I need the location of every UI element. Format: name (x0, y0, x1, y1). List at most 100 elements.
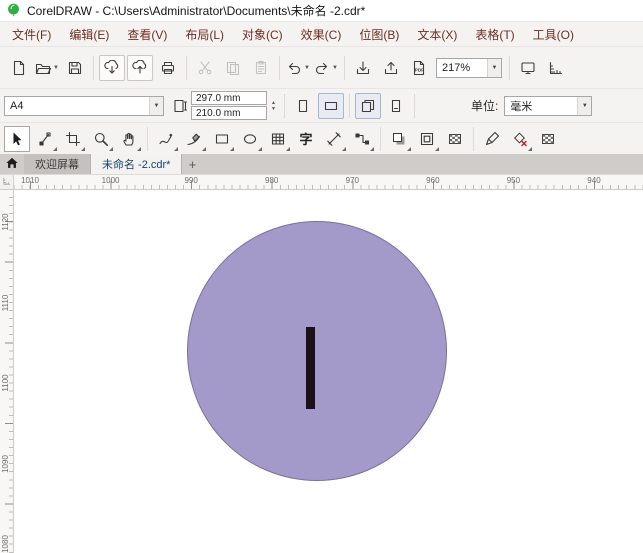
menu-edit[interactable]: 编辑(E) (60, 26, 118, 43)
open-button[interactable]: ▼ (34, 55, 60, 81)
canvas[interactable] (14, 190, 643, 553)
title-bar[interactable]: CorelDRAW - C:\Users\Administrator\Docum… (0, 0, 643, 22)
document-tab-bar: 欢迎屏幕 未命名 -2.cdr* + (0, 154, 643, 174)
fill-tool-icon (512, 131, 528, 147)
menu-tools[interactable]: 工具(O) (524, 26, 583, 43)
zoom-level-combo[interactable]: 217% ▼ (436, 57, 502, 78)
menu-file[interactable]: 文件(F) (3, 26, 60, 43)
rectangle-tool[interactable] (209, 126, 235, 152)
menu-text[interactable]: 文本(X) (408, 26, 466, 43)
copy-button[interactable] (220, 55, 246, 81)
save-to-cloud-button[interactable] (99, 54, 125, 81)
transparency-tool-icon (447, 131, 463, 147)
menu-bitmaps[interactable]: 位图(B) (350, 26, 408, 43)
menu-layout[interactable]: 布局(L) (176, 26, 233, 43)
vertical-ruler[interactable]: 1120 1110 1100 1090 1080 (0, 190, 14, 553)
export-icon (383, 60, 399, 76)
copy-icon (225, 60, 241, 76)
redo-button[interactable]: ▼ (313, 55, 339, 81)
import-icon (355, 60, 371, 76)
flyout-indicator (137, 146, 141, 151)
home-icon (5, 156, 19, 173)
menu-object[interactable]: 对象(C) (233, 26, 292, 43)
undo-button[interactable]: ▼ (285, 55, 311, 81)
outline-pen-tool[interactable] (479, 126, 505, 152)
flyout-indicator (109, 146, 113, 151)
toolbar-separator (413, 93, 415, 118)
all-pages-icon (360, 98, 376, 114)
v-ruler-label: 1110 (1, 294, 10, 311)
shape-tool[interactable] (32, 126, 58, 152)
current-page-icon (388, 98, 404, 114)
page-height-field[interactable]: 210.0 mm (191, 106, 267, 120)
current-page-button[interactable] (383, 93, 409, 119)
flyout-indicator (286, 146, 290, 151)
transparency-tool[interactable] (442, 126, 468, 152)
v-ruler-label: 1120 (1, 213, 10, 231)
menu-table[interactable]: 表格(T) (466, 26, 523, 43)
show-rulers-button[interactable] (543, 55, 569, 81)
page-width-field[interactable]: 297.0 mm (191, 91, 267, 105)
artistic-media-tool-icon (186, 131, 202, 147)
ruler-origin[interactable] (0, 175, 14, 189)
chevron-down-icon[interactable]: ▼ (149, 96, 163, 115)
horizontal-ruler[interactable]: 1010 1000 990 980 970 960 950 940 (0, 174, 643, 190)
fullscreen-preview-icon (520, 60, 536, 76)
undo-icon (286, 60, 302, 76)
all-pages-button[interactable] (354, 92, 381, 119)
new-document-button[interactable] (6, 55, 32, 81)
tab-welcome[interactable]: 欢迎屏幕 (24, 154, 91, 174)
chevron-down-icon[interactable]: ▼ (332, 65, 338, 71)
units-combo[interactable]: 毫米 ▼ (504, 95, 593, 116)
artistic-media-tool[interactable] (181, 126, 207, 152)
save-button[interactable] (62, 55, 88, 81)
show-rulers-icon (548, 60, 564, 76)
pan-tool[interactable] (116, 126, 142, 152)
open-from-cloud-button[interactable] (127, 54, 153, 81)
crop-tool[interactable] (60, 126, 86, 152)
fill-tool[interactable] (507, 126, 533, 152)
drop-shadow-tool[interactable] (386, 126, 412, 152)
flyout-indicator (528, 146, 532, 151)
page-size-stepper[interactable]: ▲ ▼ (271, 100, 276, 112)
pick-tool[interactable] (4, 125, 30, 152)
text-tool[interactable]: 字 (293, 126, 319, 152)
tab-document[interactable]: 未命名 -2.cdr* (91, 154, 183, 174)
import-button[interactable] (350, 55, 376, 81)
menu-view[interactable]: 查看(V) (118, 26, 176, 43)
zoom-tool[interactable] (88, 126, 114, 152)
fullscreen-preview-button[interactable] (515, 55, 541, 81)
pan-tool-icon (121, 131, 137, 147)
menu-effects[interactable]: 效果(C) (292, 26, 351, 43)
home-button[interactable] (0, 154, 24, 174)
dimension-tool[interactable] (321, 126, 347, 152)
new-tab-button[interactable]: + (182, 154, 202, 174)
publish-pdf-button[interactable]: PDF (406, 55, 432, 81)
ellipse-tool[interactable] (237, 126, 263, 152)
save-icon (67, 60, 83, 76)
paste-button[interactable] (248, 55, 274, 81)
chevron-down-icon[interactable]: ▼ (577, 96, 592, 115)
freehand-tool[interactable] (153, 126, 179, 152)
h-ruler-label: 990 (184, 176, 198, 185)
chevron-down-icon[interactable]: ▼ (304, 65, 310, 71)
export-button[interactable] (378, 55, 404, 81)
toolbar-separator (283, 93, 285, 118)
v-ruler-label: 1100 (1, 374, 10, 392)
page-size-combo[interactable]: A4 ▼ (4, 95, 164, 116)
graph-paper-tool[interactable] (265, 126, 291, 152)
pattern-fill-tool[interactable] (535, 126, 561, 152)
black-bar[interactable] (306, 327, 315, 409)
portrait-icon (295, 98, 311, 114)
cut-button[interactable] (192, 55, 218, 81)
connector-tool[interactable] (349, 126, 375, 152)
contour-tool[interactable] (414, 126, 440, 152)
print-button[interactable] (155, 55, 181, 81)
purple-circle[interactable] (187, 221, 447, 481)
portrait-button[interactable] (290, 93, 316, 119)
chevron-down-icon[interactable]: ▼ (53, 65, 59, 71)
landscape-button[interactable] (317, 92, 344, 119)
flyout-indicator (342, 146, 346, 151)
flyout-indicator (174, 146, 178, 151)
chevron-down-icon[interactable]: ▼ (487, 58, 501, 77)
